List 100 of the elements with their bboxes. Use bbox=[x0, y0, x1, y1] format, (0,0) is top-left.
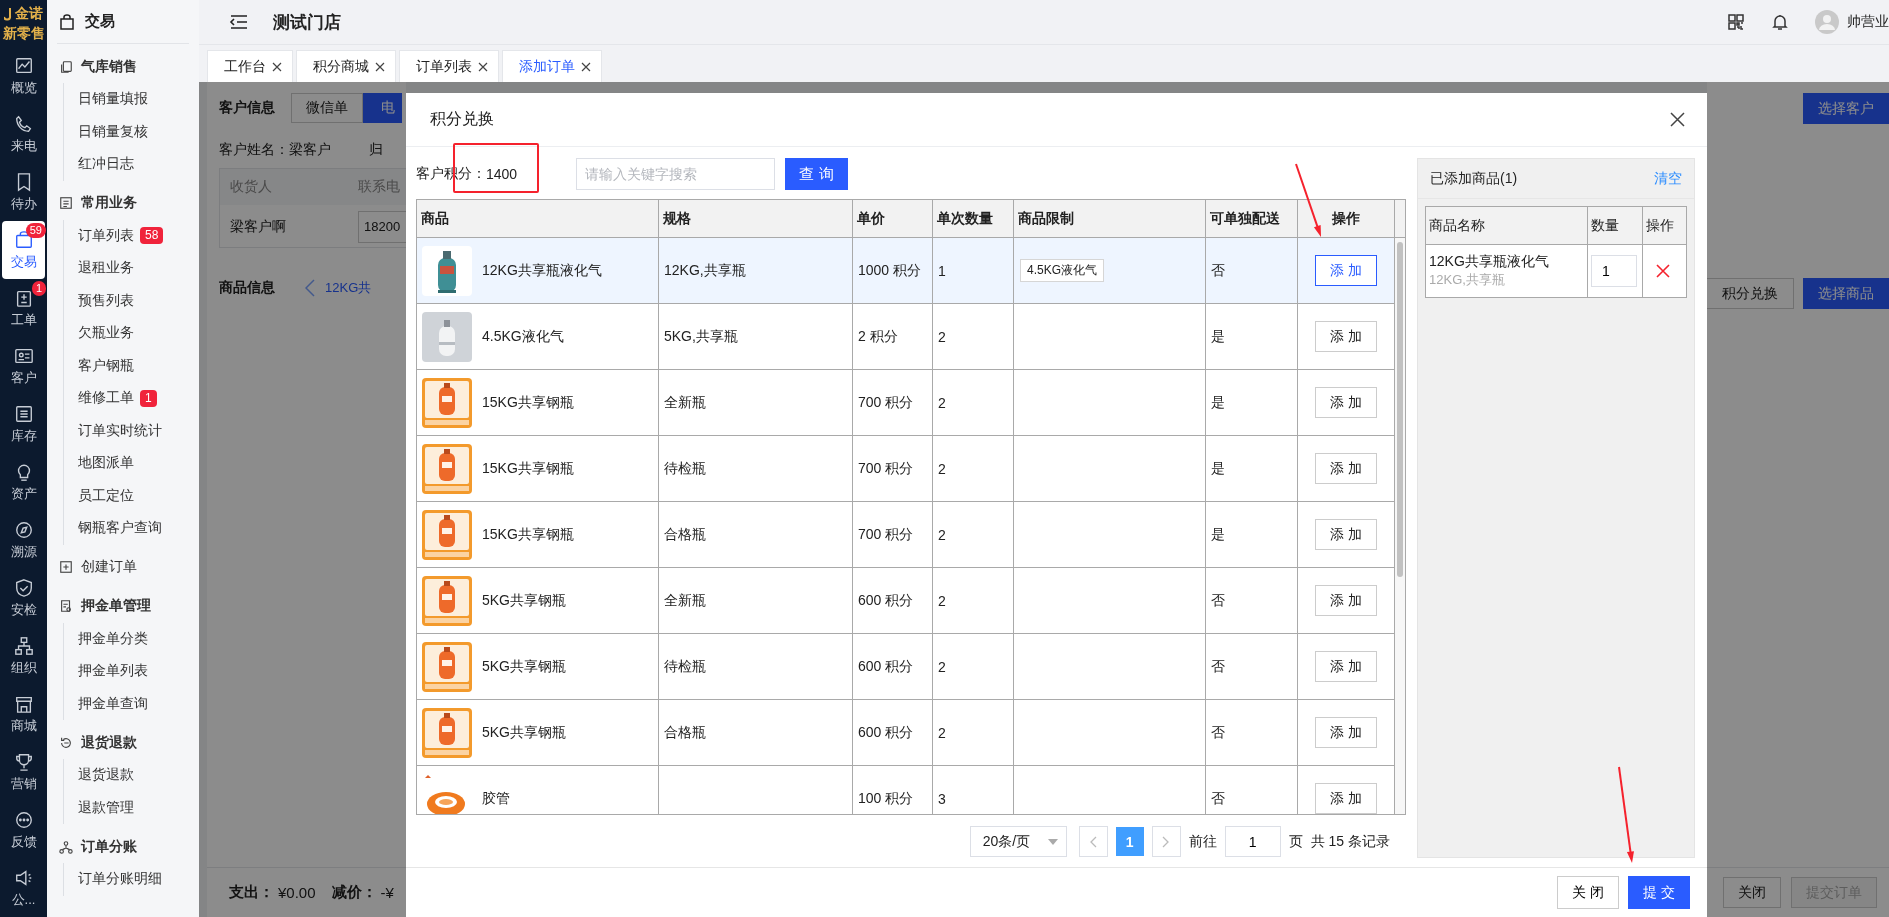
select-goods-button[interactable]: 选择商品 bbox=[1803, 278, 1889, 309]
add-button[interactable]: 添 加 bbox=[1315, 717, 1377, 748]
close-icon[interactable] bbox=[375, 61, 385, 72]
sidebar-item[interactable]: 退款管理 bbox=[78, 798, 134, 817]
sidebar-item[interactable]: 日销量填报 bbox=[78, 90, 148, 109]
close-icon[interactable] bbox=[1670, 112, 1685, 127]
table-row[interactable]: 15KG共享钢瓶 全新瓶 700 积分 2 是 添 加 bbox=[417, 370, 1395, 436]
nav-item[interactable]: 交易 59 bbox=[2, 221, 45, 279]
sidebar-item[interactable]: 退货退款 bbox=[78, 766, 134, 785]
page-field[interactable]: 1 bbox=[1224, 826, 1281, 857]
table-cell: 否 bbox=[1211, 657, 1225, 676]
page-tab[interactable]: 积分商城 bbox=[296, 50, 396, 82]
add-button[interactable]: 添 加 bbox=[1315, 585, 1377, 616]
sidebar-item[interactable]: 维修工单 bbox=[78, 389, 134, 408]
nav-item[interactable]: 组织 bbox=[2, 627, 45, 685]
table-row[interactable]: 15KG共享钢瓶 待检瓶 700 积分 2 是 添 加 bbox=[417, 436, 1395, 502]
search-field[interactable]: 请输入关键字搜索 bbox=[576, 158, 775, 190]
product-spec: 12KG,共享瓶 bbox=[1429, 271, 1505, 289]
table-row[interactable]: 5KG共享钢瓶 合格瓶 600 积分 2 否 添 加 bbox=[417, 700, 1395, 766]
sidebar-group-title[interactable]: 气库销售 bbox=[81, 57, 137, 76]
sidebar-item[interactable]: 钢瓶客户查询 bbox=[78, 519, 162, 538]
page-tab[interactable]: 订单列表 bbox=[399, 50, 499, 82]
nav-item[interactable]: 安检 bbox=[2, 569, 45, 627]
list-icon bbox=[13, 403, 34, 424]
sidebar-item[interactable]: 押金单查询 bbox=[78, 694, 148, 713]
sidebar-item[interactable]: 订单列表 bbox=[78, 226, 134, 245]
nav-item[interactable]: 工单 1 bbox=[2, 279, 45, 337]
table-row[interactable]: 5KG共享钢瓶 待检瓶 600 积分 2 否 添 加 bbox=[417, 634, 1395, 700]
search-button[interactable]: 查 询 bbox=[785, 158, 848, 190]
nav-item[interactable]: 来电 bbox=[2, 105, 45, 163]
nav-item[interactable]: 资产 bbox=[2, 453, 45, 511]
sidebar-item[interactable]: 订单分账明细 bbox=[78, 870, 162, 889]
sidebar-group-title[interactable]: 退货退款 bbox=[81, 733, 137, 752]
qr-code-icon[interactable] bbox=[1727, 13, 1745, 31]
shield-icon bbox=[13, 577, 34, 598]
table-row[interactable]: 12KG共享瓶液化气 12KG,共享瓶 1000 积分 1 4.5KG液化气 否 添 加 bbox=[417, 238, 1395, 304]
sidebar-item[interactable]: 预售列表 bbox=[78, 291, 134, 310]
limit-tag: 4.5KG液化气 bbox=[1020, 259, 1105, 282]
select-customer-button[interactable]: 选择客户 bbox=[1803, 93, 1889, 124]
menu-icon[interactable] bbox=[229, 14, 249, 30]
add-button[interactable]: 添 加 bbox=[1315, 651, 1377, 682]
sidebar-item[interactable]: 地图派单 bbox=[78, 454, 134, 473]
nav-item[interactable]: 库存 bbox=[2, 395, 45, 453]
caret-icon bbox=[1047, 838, 1058, 845]
close-icon[interactable] bbox=[272, 61, 282, 72]
add-button[interactable]: 添 加 bbox=[1315, 321, 1377, 352]
page-tab[interactable]: 添加订单 bbox=[502, 50, 602, 82]
nav-item[interactable]: 反馈 bbox=[2, 801, 45, 859]
points-exchange-button[interactable]: 积分兑换 bbox=[1707, 278, 1794, 309]
sidebar-group-title[interactable]: 常用业务 bbox=[81, 194, 137, 212]
sidebar-item[interactable]: 红冲日志 bbox=[78, 155, 134, 174]
product-name: 5KG共享钢瓶 bbox=[482, 657, 566, 676]
logo-text: 金诺 bbox=[15, 4, 43, 23]
add-button[interactable]: 添 加 bbox=[1315, 453, 1377, 484]
column-header: 商品 bbox=[417, 200, 659, 237]
add-button[interactable]: 添 加 bbox=[1315, 387, 1377, 418]
nav-item[interactable]: 营销 bbox=[2, 743, 45, 801]
segment-tab[interactable]: 微信单 bbox=[291, 93, 363, 123]
sidebar-item[interactable]: 押金单分类 bbox=[78, 629, 148, 648]
store-title: 测试门店 bbox=[273, 11, 342, 34]
table-cell: 12KG,共享瓶 bbox=[664, 261, 746, 280]
nav-item[interactable]: 概览 bbox=[2, 47, 45, 105]
close-icon[interactable] bbox=[478, 61, 488, 72]
close-button[interactable]: 关闭 bbox=[1723, 877, 1781, 908]
table-row[interactable]: 15KG共享钢瓶 合格瓶 700 积分 2 是 添 加 bbox=[417, 502, 1395, 568]
nav-item[interactable]: 待办 bbox=[2, 163, 45, 221]
submit-button[interactable]: 提 交 bbox=[1628, 876, 1690, 909]
add-button[interactable]: 添 加 bbox=[1315, 783, 1377, 814]
scrollbar[interactable] bbox=[1395, 200, 1405, 814]
page-size-select[interactable]: 20条/页 bbox=[969, 826, 1067, 857]
nav-item[interactable]: 溯源 bbox=[2, 511, 45, 569]
sidebar-item[interactable]: 押金单列表 bbox=[78, 662, 148, 681]
sidebar-item[interactable]: 日销量复核 bbox=[78, 122, 148, 141]
user-name[interactable]: 帅营业 bbox=[1847, 13, 1889, 31]
quantity-field[interactable]: 1 bbox=[1591, 255, 1637, 287]
close-icon[interactable] bbox=[581, 61, 591, 72]
sidebar-group-title[interactable]: 押金单管理 bbox=[81, 597, 151, 615]
sidebar-item[interactable]: 创建订单 bbox=[81, 558, 137, 576]
cart-title: 已添加商品(1) bbox=[1430, 169, 1518, 188]
page-tab[interactable]: 工作台 bbox=[207, 50, 293, 82]
add-button[interactable]: 添 加 bbox=[1315, 255, 1377, 286]
receipt-icon bbox=[59, 599, 73, 613]
add-button[interactable]: 添 加 bbox=[1315, 519, 1377, 550]
delete-icon[interactable] bbox=[1656, 264, 1670, 278]
nav-item[interactable]: 客户 bbox=[2, 337, 45, 395]
table-row[interactable]: 5KG共享钢瓶 全新瓶 600 积分 2 否 添 加 bbox=[417, 568, 1395, 634]
table-cell: 2 bbox=[938, 592, 946, 609]
nav-item[interactable]: 商城 bbox=[2, 685, 45, 743]
table-cell: 1000 积分 bbox=[858, 261, 922, 280]
sidebar-item[interactable]: 订单实时统计 bbox=[78, 421, 162, 440]
sidebar-item[interactable]: 退租业务 bbox=[78, 259, 134, 278]
sidebar-item[interactable]: 欠瓶业务 bbox=[78, 324, 134, 343]
sidebar-item[interactable]: 客户钢瓶 bbox=[78, 356, 134, 375]
sidebar-item[interactable]: 员工定位 bbox=[78, 486, 134, 505]
close-button[interactable]: 关 闭 bbox=[1557, 876, 1619, 909]
bell-icon[interactable] bbox=[1771, 13, 1789, 31]
nav-item[interactable]: 公... bbox=[2, 859, 45, 917]
sidebar-group-title[interactable]: 订单分账 bbox=[81, 837, 137, 856]
table-row[interactable]: 4.5KG液化气 5KG,共享瓶 2 积分 2 是 添 加 bbox=[417, 304, 1395, 370]
chevron-right-icon bbox=[1162, 835, 1171, 848]
